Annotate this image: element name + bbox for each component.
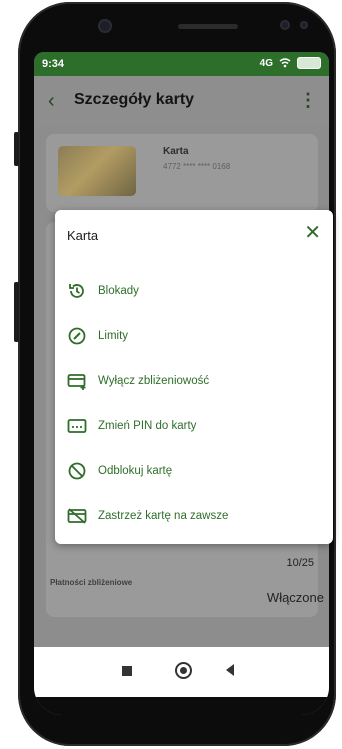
back-arrow-icon[interactable]: ‹ bbox=[48, 90, 55, 113]
volume-button bbox=[14, 132, 19, 166]
wifi-icon bbox=[279, 58, 291, 68]
action-item-blokady[interactable]: Blokady bbox=[55, 268, 333, 313]
sensor bbox=[280, 20, 290, 30]
status-bar: 9:34 4G bbox=[34, 52, 329, 76]
action-label: Odblokuj kartę bbox=[98, 464, 173, 477]
front-camera bbox=[98, 19, 112, 33]
system-nav-bar bbox=[34, 647, 329, 697]
card-label: Karta bbox=[163, 146, 189, 157]
battery-icon bbox=[297, 57, 321, 69]
close-icon[interactable]: ✕ bbox=[304, 223, 321, 243]
action-item-wylacz-zblizeniowosc[interactable]: Wyłącz zbliżeniowość bbox=[55, 358, 333, 403]
action-item-zmien-pin[interactable]: Zmień PIN do karty bbox=[55, 403, 333, 448]
action-label: Zmień PIN do karty bbox=[98, 419, 197, 432]
phone-chin bbox=[34, 697, 329, 715]
earpiece bbox=[178, 24, 238, 29]
action-label: Blokady bbox=[98, 284, 139, 297]
recent-apps-icon[interactable] bbox=[122, 666, 132, 676]
action-item-zastrzez[interactable]: Zastrzeż kartę na zawsze bbox=[55, 493, 333, 538]
status-time: 9:34 bbox=[42, 58, 65, 70]
lock-history-icon bbox=[67, 281, 87, 301]
action-item-limity[interactable]: Limity bbox=[55, 313, 333, 358]
gauge-icon bbox=[67, 326, 87, 346]
sensor bbox=[300, 21, 308, 29]
pin-card-icon bbox=[67, 416, 87, 436]
dialog-title: Karta bbox=[67, 228, 99, 243]
page-title: Szczegóły karty bbox=[74, 91, 195, 108]
signal-icon: 4G bbox=[259, 57, 273, 69]
contactless-label: Płatności zbliżeniowe bbox=[50, 578, 133, 587]
home-icon[interactable] bbox=[175, 662, 192, 679]
action-item-odblokuj[interactable]: Odblokuj kartę bbox=[55, 448, 333, 493]
card-cancel-icon bbox=[67, 506, 87, 526]
card-actions-dialog: Karta ✕ Blokady Limity Wyłącz zbliżeniow… bbox=[55, 210, 333, 544]
card-image bbox=[58, 146, 136, 196]
card-plus-icon bbox=[67, 371, 87, 391]
contactless-value: Włączone bbox=[266, 590, 324, 605]
overflow-menu-icon[interactable]: ⋮ bbox=[299, 90, 317, 111]
action-list: Blokady Limity Wyłącz zbliżeniowość Zmie… bbox=[55, 268, 333, 538]
nav-back-icon[interactable] bbox=[226, 664, 234, 676]
action-label: Limity bbox=[98, 329, 129, 342]
block-icon bbox=[67, 461, 87, 481]
app-bar: ‹ Szczegóły karty ⋮ bbox=[34, 76, 329, 126]
action-label: Zastrzeż kartę na zawsze bbox=[98, 509, 229, 522]
limit-counter: 10/25 bbox=[286, 557, 314, 569]
action-label: Wyłącz zbliżeniowość bbox=[98, 374, 210, 387]
card-summary: Karta 4772 **** **** 0168 bbox=[46, 134, 318, 212]
card-number: 4772 **** **** 0168 bbox=[163, 162, 231, 171]
side-button bbox=[14, 282, 19, 342]
